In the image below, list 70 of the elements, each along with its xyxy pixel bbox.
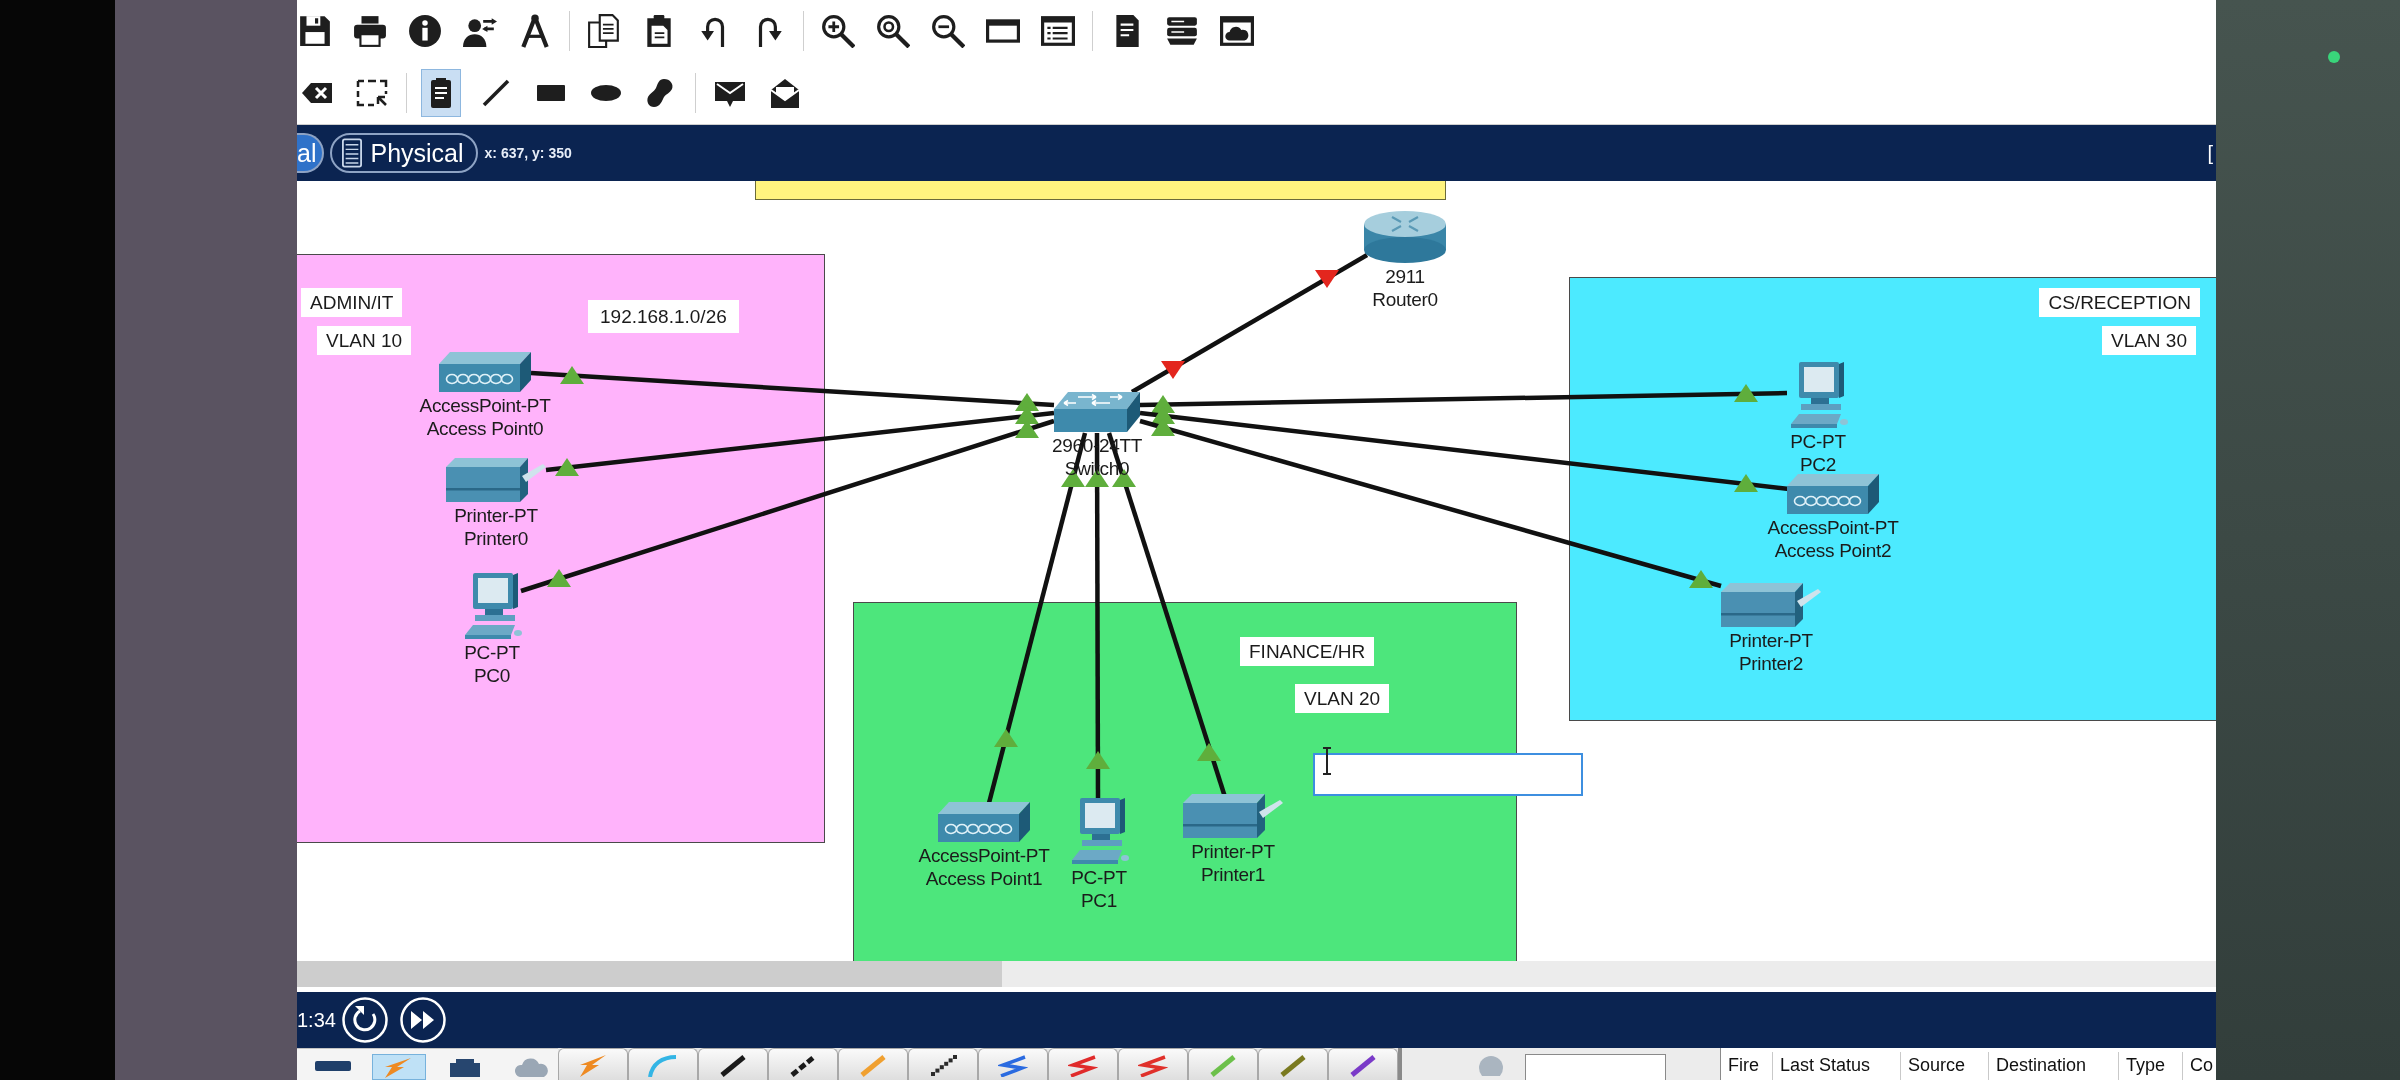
access-point-icon[interactable] — [1787, 474, 1879, 514]
stacked-devices-icon[interactable] — [1165, 14, 1199, 48]
vlan-label: VLAN 30 — [2101, 326, 2196, 355]
device-name-label: PC2 — [1799, 453, 1837, 476]
fast-forward-icon[interactable] — [399, 997, 446, 1043]
vlan-label: VLAN 10 — [317, 326, 412, 355]
device-name-label: Access Point1 — [925, 867, 1043, 890]
reset-icon[interactable] — [341, 997, 388, 1043]
device-name-label: PC0 — [473, 664, 511, 687]
device-model-label: 2911 — [1385, 265, 1425, 288]
cloud-window-icon[interactable] — [1220, 14, 1254, 48]
text-cursor-icon — [1322, 747, 1332, 775]
area-title: FINANCE/HR — [1240, 637, 1375, 666]
device-name-label: Router0 — [1372, 288, 1438, 311]
device-model-label: Printer-PT — [1191, 840, 1275, 863]
copy-icon[interactable] — [587, 14, 621, 48]
time-label: 1:34 — [297, 1008, 336, 1032]
device-name-label: Printer1 — [1200, 863, 1266, 886]
scrollbar-track[interactable] — [297, 961, 2216, 987]
device-name-label: Access Point0 — [426, 417, 544, 440]
vlan-label: VLAN 20 — [1295, 684, 1390, 713]
subnet-label: 192.168.1.0/26 — [588, 300, 739, 333]
area-title: CS/RECEPTION — [2039, 288, 2200, 317]
device-model-label: AccessPoint-PT — [918, 844, 1050, 867]
column-header: Source — [1901, 1052, 1989, 1080]
cable-type-button[interactable] — [768, 1048, 838, 1080]
zoom-reset-icon[interactable] — [876, 14, 910, 48]
info-icon[interactable] — [408, 14, 442, 48]
cable-type-button[interactable] — [698, 1048, 768, 1080]
device-model-label: PC-PT — [1790, 430, 1846, 453]
device-model-label: AccessPoint-PT — [1767, 516, 1899, 539]
device-model-label: Printer-PT — [454, 504, 538, 527]
view-label: [ — [2207, 141, 2214, 165]
status-dot-icon — [2328, 51, 2340, 63]
scrollbar-thumb[interactable] — [297, 961, 1002, 987]
device-name-label: Printer0 — [463, 527, 529, 550]
cursor-coordinates: x: 637, y: 350 — [484, 145, 572, 161]
dropdown-field[interactable] — [1525, 1054, 1666, 1080]
access-point-icon[interactable] — [938, 802, 1030, 842]
printer-icon[interactable] — [1721, 583, 1821, 627]
note-icon[interactable] — [421, 69, 461, 117]
column-header: Fire — [1721, 1052, 1773, 1080]
column-header: Co — [2189, 1054, 2213, 1077]
router-icon[interactable] — [1364, 211, 1446, 263]
print-icon[interactable] — [353, 14, 387, 48]
device-name-label: PC1 — [1080, 889, 1118, 912]
column-header: Type — [2119, 1052, 2183, 1080]
device-model-label: AccessPoint-PT — [419, 394, 551, 417]
printer-icon[interactable] — [446, 458, 546, 502]
physical-tab[interactable]: Physical — [330, 133, 478, 173]
cable-type-button[interactable] — [1328, 1048, 1398, 1080]
area-title: ADMIN/IT — [301, 288, 403, 317]
save-icon[interactable] — [298, 14, 332, 48]
device-model-label: Printer-PT — [1729, 629, 1813, 652]
rack-icon — [342, 138, 363, 168]
column-header: Last Status — [1773, 1052, 1901, 1080]
zoom-out-icon[interactable] — [931, 14, 965, 48]
device-model-label: PC-PT — [1071, 866, 1127, 889]
cable-type-button[interactable] — [908, 1048, 978, 1080]
device-name-label: Printer2 — [1738, 652, 1804, 675]
list-window-icon[interactable] — [1041, 14, 1075, 48]
logical-tab[interactable]: al — [297, 133, 325, 173]
device-model-label: PC-PT — [464, 641, 520, 664]
printer-icon[interactable] — [1183, 794, 1283, 838]
text-input-field[interactable] — [1313, 753, 1583, 796]
access-point-icon[interactable] — [439, 352, 531, 392]
zoom-in-icon[interactable] — [821, 14, 855, 48]
switch-icon[interactable] — [1054, 392, 1140, 432]
column-header: Destination — [1989, 1052, 2119, 1080]
device-name-label: Access Point2 — [1774, 539, 1892, 562]
